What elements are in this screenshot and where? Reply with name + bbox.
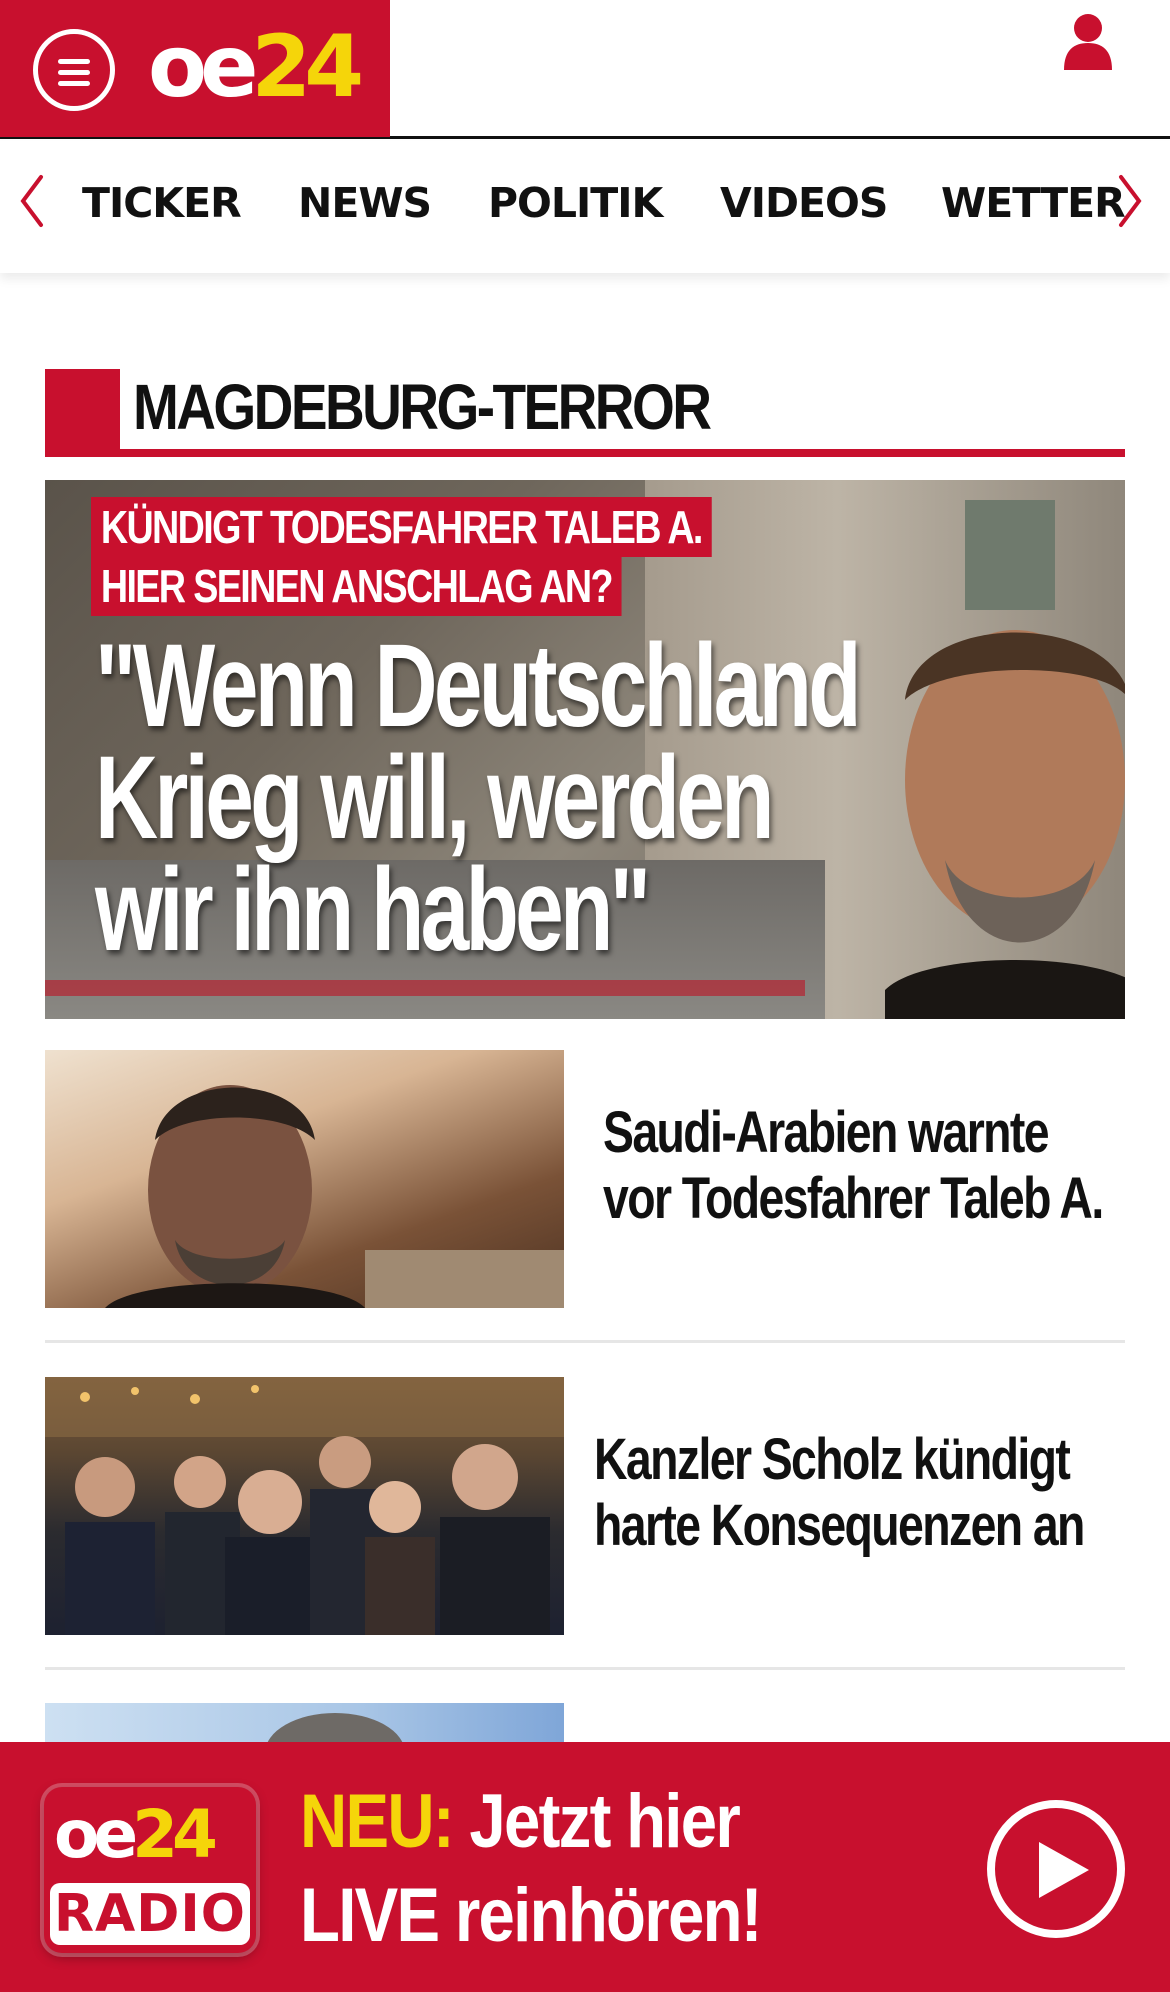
brand-block: oe24	[0, 0, 390, 137]
article-thumbnail[interactable]	[45, 1703, 564, 1743]
radio-promo-text: NEU: Jetzt hier LIVE reinhören!	[300, 1775, 763, 1963]
article-title: Kanzler Scholz kündigt harte Konsequenze…	[594, 1427, 1085, 1558]
nav-item-news[interactable]: NEWS	[298, 179, 432, 227]
hero-article[interactable]: KÜNDIGT TODESFAHRER TALEB A. HIER SEINEN…	[45, 480, 1125, 1019]
nav-item-ticker[interactable]: TICKER	[82, 179, 242, 227]
play-icon[interactable]	[987, 1800, 1125, 1938]
hero-headline: "Wenn Deutschland Krieg will, werden wir…	[95, 620, 862, 976]
article-thumbnail	[45, 1050, 564, 1308]
section-title[interactable]: MAGDEBURG-TERROR	[133, 369, 712, 445]
hero-kicker-line2: HIER SEINEN ANSCHLAG AN?	[91, 556, 622, 616]
site-header: oe24	[0, 0, 1170, 139]
section-marker	[45, 369, 120, 457]
chevron-right-icon[interactable]	[1115, 173, 1145, 229]
section-underline	[45, 449, 1125, 457]
article-divider	[45, 1667, 1125, 1670]
article-card[interactable]: Saudi-Arabien warnte vor Todesfahrer Tal…	[45, 1050, 1125, 1308]
chevron-left-icon[interactable]	[17, 173, 47, 229]
article-divider	[45, 1340, 1125, 1343]
radio-line1: Jetzt hier	[452, 1779, 740, 1864]
radio-logo: oe24 RADIO	[44, 1787, 256, 1953]
radio-line2: LIVE reinhören!	[300, 1873, 763, 1958]
radio-logo-label: RADIO	[50, 1883, 250, 1945]
hero-kicker: KÜNDIGT TODESFAHRER TALEB A.	[91, 497, 712, 557]
site-logo[interactable]: oe24	[148, 22, 364, 112]
hamburger-menu-icon[interactable]	[33, 29, 115, 111]
nav-item-videos[interactable]: VIDEOS	[720, 179, 888, 227]
article-card[interactable]: Kanzler Scholz kündigt harte Konsequenze…	[45, 1377, 1125, 1635]
radio-banner[interactable]: oe24 RADIO NEU: Jetzt hier LIVE reinhöre…	[0, 1742, 1170, 1992]
radio-neu-label: NEU:	[300, 1779, 455, 1864]
nav-item-wetter[interactable]: WETTER	[941, 179, 1126, 227]
hero-background-tape	[45, 980, 805, 996]
article-thumbnail	[45, 1377, 564, 1635]
hero-portrait-person	[885, 570, 1125, 1019]
section-header: MAGDEBURG-TERROR	[45, 369, 1125, 457]
user-icon[interactable]	[1062, 12, 1114, 72]
nav-item-politik[interactable]: POLITIK	[488, 179, 663, 227]
article-title: Saudi-Arabien warnte vor Todesfahrer Tal…	[603, 1100, 1104, 1231]
category-nav: TICKER NEWS POLITIK VIDEOS WETTER	[0, 141, 1170, 273]
